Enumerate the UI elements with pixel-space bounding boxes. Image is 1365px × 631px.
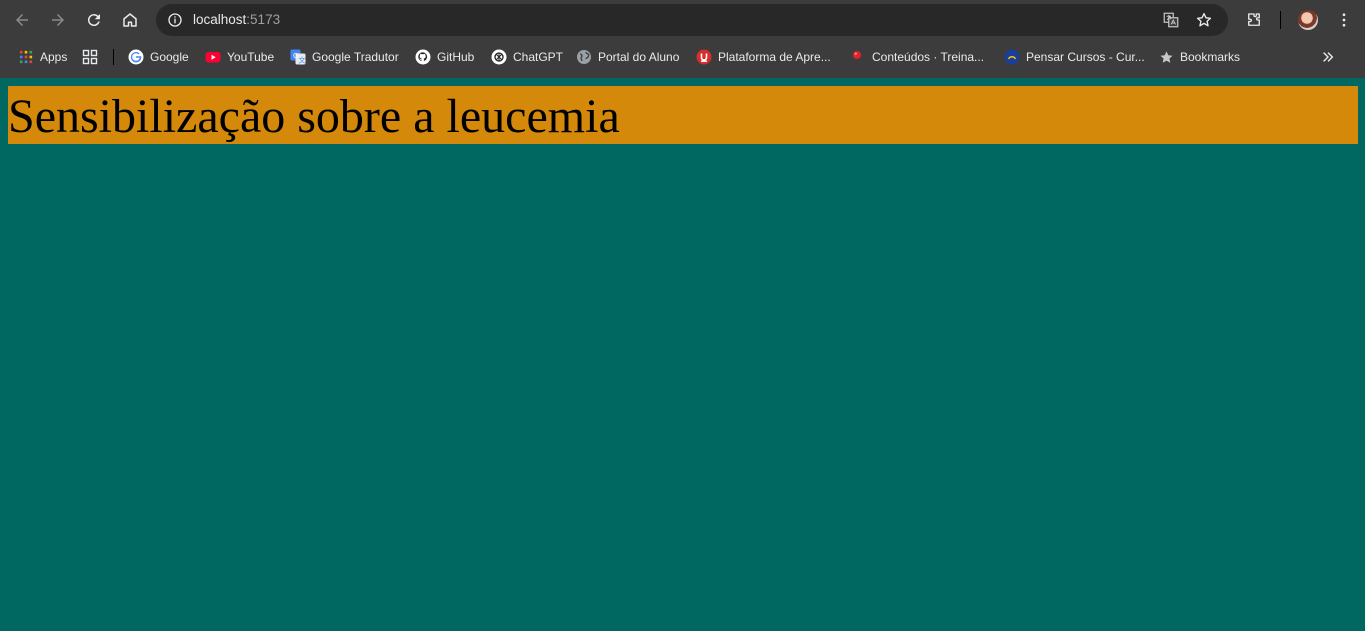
reload-button[interactable] [80,6,108,34]
home-button[interactable] [116,6,144,34]
plataforma-icon [696,49,712,65]
extensions-button[interactable] [1240,6,1268,34]
home-icon [123,13,137,27]
bookmarks-divider [113,49,114,65]
url-port: :5173 [246,12,281,27]
translate-icon[interactable] [1161,10,1181,30]
bookmark-pensar-cursos[interactable]: Pensar Cursos - Cur... [1004,46,1145,68]
arrow-right-icon [52,14,64,26]
bookmark-conteudos[interactable]: Conteúdos · Treina... [850,46,984,68]
page-header: Sensibilização sobre a leucemia [8,86,1358,144]
page-title: Sensibilização sobre a leucemia [8,90,620,143]
browser-toolbar: localhost:5173 [0,0,1365,40]
apps-grid-icon [18,49,34,65]
star-icon [1158,49,1174,65]
google-translate-icon: G文 [290,49,306,65]
browser-chrome: localhost:5173 Apps Google YouTube G 文 G… [0,0,1365,78]
bookmark-label: Plataforma de Apre... [718,50,831,64]
pensar-icon [1004,49,1020,65]
chevron-double-right-icon [1320,49,1336,65]
bookmark-label: Pensar Cursos - Cur... [1026,50,1145,64]
bookmark-chatgpt[interactable]: ChatGPT [491,46,563,68]
back-button[interactable] [8,6,36,34]
profile-avatar[interactable] [1298,10,1318,30]
svg-text:文: 文 [299,56,306,65]
bookmark-label: YouTube [227,50,275,64]
page-content: Sensibilização sobre a leucemia [0,78,1365,631]
bookmarks-overflow-button[interactable] [1320,46,1336,68]
bookmark-plataforma[interactable]: Plataforma de Apre... [696,46,831,68]
chatgpt-icon [491,49,507,65]
github-icon [415,49,431,65]
bookmark-label: Apps [40,50,68,64]
bookmarks-bar: Apps Google YouTube G文 Google Tradutor G… [0,44,1365,70]
bookmark-google[interactable]: Google [128,46,189,68]
kebab-menu-icon [1342,13,1346,27]
bookmark-label: ChatGPT [513,50,564,64]
tab-groups-icon [82,49,98,65]
globe-icon [576,49,592,65]
address-bar[interactable]: localhost:5173 [156,4,1228,36]
bookmark-label: GitHub [437,50,475,64]
bookmark-github[interactable]: GitHub [415,46,474,68]
bookmark-google-tradutor[interactable]: G文 Google Tradutor [290,46,399,68]
red-dot-icon [850,49,866,65]
site-info-icon[interactable] [164,9,186,31]
bookmark-star-icon[interactable] [1194,10,1214,30]
url-host: localhost [193,12,247,27]
menu-button[interactable] [1330,6,1358,34]
puzzle-icon [1248,13,1260,26]
bookmark-youtube[interactable]: YouTube [205,46,274,68]
toolbar-divider [1280,11,1281,29]
google-icon [128,49,144,65]
bookmark-label: Portal do Aluno [598,50,680,64]
bookmark-label: Conteúdos · Treina... [872,50,985,64]
bookmark-label: Bookmarks [1180,50,1241,64]
bookmark-label: Google [150,50,189,64]
forward-button[interactable] [44,6,72,34]
url-text[interactable]: localhost:5173 [193,12,280,27]
bookmark-label: Google Tradutor [312,50,399,64]
arrow-left-icon [16,14,28,26]
bookmark-portal-do-aluno[interactable]: Portal do Aluno [576,46,679,68]
bookmark-tab-groups[interactable] [82,46,98,68]
bookmark-apps[interactable]: Apps [18,46,67,68]
reload-icon [87,14,100,27]
bookmark-bookmarks[interactable]: Bookmarks [1158,46,1240,68]
youtube-icon [205,49,221,65]
